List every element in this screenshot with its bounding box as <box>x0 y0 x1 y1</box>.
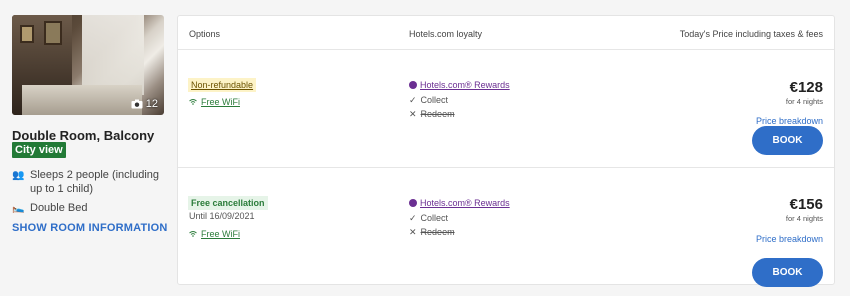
policy-badge: Free cancellation <box>188 196 268 210</box>
camera-icon <box>131 99 143 109</box>
price-breakdown-link[interactable]: Price breakdown <box>756 116 823 126</box>
view-badge: City view <box>12 142 66 158</box>
price-breakdown-link[interactable]: Price breakdown <box>756 234 823 244</box>
room-photo[interactable]: 12 <box>12 15 164 115</box>
rewards-label: Hotels.com® Rewards <box>420 198 510 208</box>
rate-option-row: Free cancellation Until 16/09/2021 Free … <box>178 169 834 287</box>
price: €156 <box>789 196 823 213</box>
header-price: Today's Price including taxes & fees <box>679 29 823 39</box>
check-icon: ✓ <box>409 95 417 105</box>
collect-label: Collect <box>420 213 449 223</box>
rewards-link[interactable]: Hotels.com® Rewards <box>409 198 510 208</box>
photo-frame <box>20 25 34 43</box>
cross-icon: ✕ <box>409 109 417 119</box>
photo-count: 12 <box>145 98 158 110</box>
wifi-feature[interactable]: Free WiFi <box>189 229 240 239</box>
nights-note: for 4 nights <box>785 214 823 223</box>
rate-options-panel: Options Hotels.com loyalty Today's Price… <box>177 15 835 287</box>
cross-icon: ✕ <box>409 227 417 237</box>
rate-option-row: Non-refundable Free WiFi Hotels.com® Rew… <box>178 51 834 168</box>
people-icon: 👥 <box>12 170 25 181</box>
photo-frame <box>44 21 62 45</box>
cancellation-deadline: Until 16/09/2021 <box>189 211 255 221</box>
redeem-label: Redeem <box>420 109 455 119</box>
bed-text: Double Bed <box>30 202 88 214</box>
nights-note: for 4 nights <box>785 97 823 106</box>
options-header: Options Hotels.com loyalty Today's Price… <box>178 16 834 50</box>
photo-count-badge[interactable]: 12 <box>131 98 158 110</box>
collect-item: ✓ Collect <box>409 213 448 224</box>
wifi-icon <box>189 231 197 237</box>
collect-label: Collect <box>420 95 449 105</box>
show-room-info-link[interactable]: SHOW ROOM INFORMATION <box>12 222 168 234</box>
redeem-item: ✕ Redeem <box>409 109 455 120</box>
bed-icon: 🛌 <box>12 203 25 214</box>
room-title: Double Room, Balcony <box>12 128 155 143</box>
redeem-item: ✕ Redeem <box>409 227 455 238</box>
photo-bed <box>22 85 142 115</box>
policy-badge[interactable]: Non-refundable <box>188 78 257 92</box>
feature-sleeps: 👥 Sleeps 2 people (including up to 1 chi… <box>12 168 162 196</box>
wifi-label: Free WiFi <box>201 229 240 239</box>
collect-item: ✓ Collect <box>409 95 448 106</box>
sleeps-text: Sleeps 2 people (including up to 1 child… <box>30 169 160 195</box>
header-options: Options <box>189 29 221 39</box>
header-loyalty: Hotels.com loyalty <box>409 29 483 39</box>
rewards-icon <box>409 199 417 207</box>
book-button[interactable]: BOOK <box>752 258 823 287</box>
wifi-label: Free WiFi <box>201 97 240 107</box>
rewards-icon <box>409 81 417 89</box>
rewards-label: Hotels.com® Rewards <box>420 80 510 90</box>
rewards-link[interactable]: Hotels.com® Rewards <box>409 80 510 90</box>
redeem-label: Redeem <box>420 227 455 237</box>
price: €128 <box>789 79 823 96</box>
wifi-icon <box>189 99 197 105</box>
wifi-feature[interactable]: Free WiFi <box>189 97 240 107</box>
photo-window <box>82 15 144 95</box>
book-button[interactable]: BOOK <box>752 126 823 155</box>
check-icon: ✓ <box>409 213 417 223</box>
feature-bed: 🛌 Double Bed <box>12 201 88 216</box>
